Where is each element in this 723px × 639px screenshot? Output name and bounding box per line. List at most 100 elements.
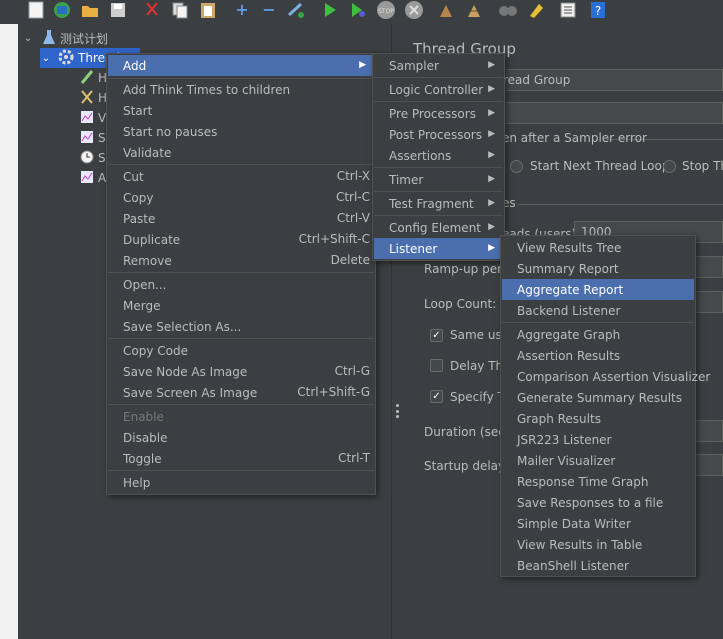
menu-item-assertions[interactable]: Assertions ▶ bbox=[374, 145, 503, 166]
menu-item-post-processors[interactable]: Post Processors ▶ bbox=[374, 124, 503, 145]
menu-item-summary-report[interactable]: Summary Report bbox=[502, 258, 694, 279]
open-icon[interactable] bbox=[80, 0, 100, 20]
start-next-loop-radio[interactable] bbox=[510, 160, 523, 173]
menu-item-disable[interactable]: Disable bbox=[108, 427, 374, 448]
menu-item-label: Copy bbox=[123, 190, 154, 205]
menu-separator bbox=[108, 338, 374, 339]
menu-item-paste[interactable]: Paste Ctrl-V bbox=[108, 208, 374, 229]
chevron-down-icon[interactable]: ⌄ bbox=[22, 33, 34, 44]
menu-item-help[interactable]: Help bbox=[108, 472, 374, 493]
copy-icon[interactable] bbox=[170, 0, 190, 20]
menu-item-toggle[interactable]: Toggle Ctrl-T bbox=[108, 448, 374, 469]
startup-delay-field[interactable] bbox=[694, 454, 723, 476]
tree-node-listener-3[interactable]: A bbox=[80, 168, 106, 188]
menu-item-aggregate-report[interactable]: Aggregate Report bbox=[502, 279, 694, 300]
menu-item-simple-data-writer[interactable]: Simple Data Writer bbox=[502, 513, 694, 534]
new-icon[interactable] bbox=[26, 0, 46, 20]
menu-item-label: Cut bbox=[123, 169, 144, 184]
paste-icon[interactable] bbox=[198, 0, 218, 20]
stop-thread-radio[interactable] bbox=[663, 160, 676, 173]
tree-node-label: A bbox=[98, 171, 107, 185]
collapse-icon[interactable]: − bbox=[259, 0, 279, 20]
svg-text:STOP: STOP bbox=[378, 8, 394, 15]
tree-node-test-plan[interactable]: ⌄ 测试计划 bbox=[22, 28, 108, 48]
reset-search-icon[interactable] bbox=[526, 0, 546, 20]
menu-item-assertion-results[interactable]: Assertion Results bbox=[502, 345, 694, 366]
menu-item-pre-processors[interactable]: Pre Processors ▶ bbox=[374, 103, 503, 124]
menu-item-start[interactable]: Start bbox=[108, 100, 374, 121]
loop-count-field[interactable] bbox=[694, 291, 723, 313]
menu-item-backend-listener[interactable]: Backend Listener bbox=[502, 300, 694, 321]
shutdown-icon[interactable] bbox=[404, 0, 424, 20]
menu-item-save-responses[interactable]: Save Responses to a file bbox=[502, 492, 694, 513]
tree-node-http-2[interactable]: H bbox=[80, 88, 107, 108]
specify-lifetime-checkbox[interactable]: ✓ bbox=[430, 390, 443, 403]
menu-item-label: Validate bbox=[123, 145, 172, 160]
menu-item-jsr223-listener[interactable]: JSR223 Listener bbox=[502, 429, 694, 450]
graph-icon bbox=[80, 109, 94, 128]
menu-item-copy[interactable]: Copy Ctrl-C bbox=[108, 187, 374, 208]
rampup-field[interactable] bbox=[694, 256, 723, 278]
same-user-checkbox[interactable]: ✓ bbox=[430, 329, 443, 342]
search-icon[interactable] bbox=[498, 0, 518, 20]
menu-item-mailer-visualizer[interactable]: Mailer Visualizer bbox=[502, 450, 694, 471]
menu-item-copy-code[interactable]: Copy Code bbox=[108, 340, 374, 361]
function-helper-icon[interactable] bbox=[558, 0, 578, 20]
chevron-right-icon: ▶ bbox=[359, 60, 366, 70]
menu-item-validate[interactable]: Validate bbox=[108, 142, 374, 163]
menu-item-remove[interactable]: Remove Delete bbox=[108, 250, 374, 271]
menu-item-label: Assertions bbox=[389, 148, 452, 163]
chevron-down-icon[interactable]: ⌄ bbox=[40, 53, 52, 64]
menu-item-save-node-image[interactable]: Save Node As Image Ctrl-G bbox=[108, 361, 374, 382]
menu-item-add[interactable]: Add ▶ bbox=[108, 55, 374, 76]
menu-item-start-no-pauses[interactable]: Start no pauses bbox=[108, 121, 374, 142]
menu-item-timer[interactable]: Timer ▶ bbox=[374, 169, 503, 190]
duration-field[interactable] bbox=[694, 420, 723, 442]
split-pane-grip[interactable] bbox=[396, 404, 400, 418]
save-icon[interactable] bbox=[108, 0, 128, 20]
menu-item-label: Comparison Assertion Visualizer bbox=[517, 369, 711, 384]
menu-item-save-screen-image[interactable]: Save Screen As Image Ctrl+Shift-G bbox=[108, 382, 374, 403]
comments-field[interactable] bbox=[496, 102, 723, 124]
stop-icon[interactable]: STOP bbox=[376, 0, 396, 20]
menu-item-add-think-times[interactable]: Add Think Times to children bbox=[108, 79, 374, 100]
menu-item-duplicate[interactable]: Duplicate Ctrl+Shift-C bbox=[108, 229, 374, 250]
expand-icon[interactable]: + bbox=[232, 0, 252, 20]
help-icon[interactable]: ? bbox=[588, 0, 608, 20]
menu-separator bbox=[108, 164, 374, 165]
menu-item-save-selection[interactable]: Save Selection As... bbox=[108, 316, 374, 337]
menu-item-aggregate-graph[interactable]: Aggregate Graph bbox=[502, 324, 694, 345]
start-no-pauses-icon[interactable] bbox=[348, 0, 368, 20]
tree-node-timer[interactable]: S bbox=[80, 148, 106, 168]
menu-item-sampler[interactable]: Sampler ▶ bbox=[374, 55, 503, 76]
menu-separator bbox=[374, 167, 503, 168]
clear-all-icon[interactable] bbox=[464, 0, 484, 20]
name-field[interactable]: read Group bbox=[496, 69, 723, 91]
menu-item-logic-controller[interactable]: Logic Controller ▶ bbox=[374, 79, 503, 100]
menu-item-graph-results[interactable]: Graph Results bbox=[502, 408, 694, 429]
toggle-icon[interactable] bbox=[286, 0, 306, 20]
menu-item-test-fragment[interactable]: Test Fragment ▶ bbox=[374, 193, 503, 214]
menu-item-cut[interactable]: Cut Ctrl-X bbox=[108, 166, 374, 187]
add-submenu: Sampler ▶ Logic Controller ▶ Pre Processor… bbox=[372, 53, 505, 261]
tree-node-http-1[interactable]: H bbox=[80, 68, 107, 88]
start-icon[interactable] bbox=[320, 0, 340, 20]
menu-item-generate-summary-results[interactable]: Generate Summary Results bbox=[502, 387, 694, 408]
templates-icon[interactable] bbox=[52, 0, 72, 20]
menu-item-config-element[interactable]: Config Element ▶ bbox=[374, 217, 503, 238]
menu-item-view-results-in-table[interactable]: View Results in Table bbox=[502, 534, 694, 555]
delay-thread-checkbox[interactable] bbox=[430, 359, 443, 372]
tree-node-listener-2[interactable]: S bbox=[80, 128, 106, 148]
menu-item-view-results-tree[interactable]: View Results Tree bbox=[502, 237, 694, 258]
menu-item-label: Logic Controller bbox=[389, 82, 484, 97]
menu-item-response-time-graph[interactable]: Response Time Graph bbox=[502, 471, 694, 492]
menu-item-comparison-assertion-visualizer[interactable]: Comparison Assertion Visualizer bbox=[502, 366, 710, 387]
menu-item-open[interactable]: Open... bbox=[108, 274, 374, 295]
tree-node-listener-1[interactable]: V bbox=[80, 108, 106, 128]
menu-item-merge[interactable]: Merge bbox=[108, 295, 374, 316]
clear-icon[interactable] bbox=[436, 0, 456, 20]
cut-icon[interactable] bbox=[142, 0, 162, 20]
chevron-right-icon: ▶ bbox=[488, 174, 495, 184]
menu-item-beanshell-listener[interactable]: BeanShell Listener bbox=[502, 555, 694, 576]
menu-item-listener[interactable]: Listener ▶ bbox=[374, 238, 503, 259]
